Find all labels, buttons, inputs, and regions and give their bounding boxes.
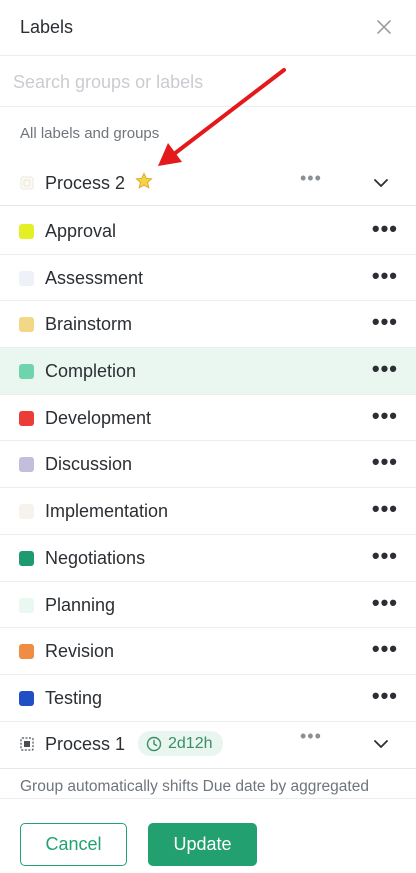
- label-name: Discussion: [45, 454, 133, 475]
- clock-icon: [146, 736, 162, 751]
- timer-badge: 2d12h: [138, 731, 223, 756]
- label-name: Development: [45, 407, 152, 428]
- close-icon[interactable]: [376, 19, 392, 35]
- label-name: Completion: [45, 361, 137, 382]
- group-more-icon[interactable]: •••: [300, 727, 322, 745]
- label-name: Negotiations: [45, 547, 146, 568]
- timer-value: 2d12h: [168, 734, 213, 752]
- label-color-swatch: [19, 597, 34, 613]
- labels-list: Approval ••• Assessment ••• Brainstorm •…: [0, 208, 416, 722]
- label-color-swatch: [19, 457, 34, 473]
- label-name: Brainstorm: [45, 314, 133, 335]
- panel-footer: Cancel Update: [0, 798, 416, 873]
- label-row-planning[interactable]: Planning •••: [0, 582, 416, 629]
- more-options-icon[interactable]: •••: [372, 591, 398, 614]
- label-row-development[interactable]: Development •••: [0, 395, 416, 442]
- group-name: Process 1: [45, 734, 126, 754]
- group-row-process-2[interactable]: Process 2 •••: [0, 158, 416, 206]
- group-name: Process 2: [45, 173, 126, 193]
- label-color-swatch: [19, 504, 34, 520]
- panel-header: Labels: [0, 0, 416, 56]
- more-options-icon[interactable]: •••: [372, 311, 398, 333]
- search-input[interactable]: [0, 57, 416, 107]
- label-name: Planning: [45, 594, 116, 615]
- label-row-revision[interactable]: Revision •••: [0, 628, 416, 675]
- chevron-down-icon[interactable]: [372, 174, 390, 192]
- label-color-swatch: [19, 317, 34, 333]
- label-row-completion[interactable]: Completion •••: [0, 348, 416, 395]
- more-options-icon[interactable]: •••: [372, 404, 398, 427]
- cancel-button[interactable]: Cancel: [20, 823, 127, 866]
- label-color-swatch: [19, 644, 34, 660]
- label-row-brainstorm[interactable]: Brainstorm •••: [0, 301, 416, 349]
- group-more-icon[interactable]: •••: [300, 169, 322, 187]
- label-row-approval[interactable]: Approval •••: [0, 208, 416, 255]
- label-color-swatch: [19, 364, 34, 380]
- section-label: All labels and groups: [20, 125, 160, 142]
- label-row-assessment[interactable]: Assessment •••: [0, 255, 416, 302]
- more-options-icon[interactable]: •••: [372, 358, 398, 380]
- update-button[interactable]: Update: [148, 823, 257, 866]
- label-color-swatch: [19, 550, 34, 566]
- more-options-icon[interactable]: •••: [372, 451, 398, 473]
- group-icon: [20, 176, 34, 190]
- label-row-testing[interactable]: Testing •••: [0, 675, 416, 722]
- label-color-swatch: [19, 690, 34, 706]
- label-row-negotiations[interactable]: Negotiations •••: [0, 535, 416, 582]
- more-options-icon[interactable]: •••: [372, 638, 398, 660]
- label-name: Revision: [45, 641, 115, 662]
- label-color-swatch: [19, 410, 34, 426]
- chevron-down-icon[interactable]: [372, 735, 390, 753]
- more-options-icon[interactable]: •••: [372, 684, 398, 707]
- label-row-discussion[interactable]: Discussion •••: [0, 441, 416, 489]
- more-options-icon[interactable]: •••: [372, 544, 398, 567]
- label-name: Approval: [45, 221, 117, 241]
- label-row-implementation[interactable]: Implementation •••: [0, 488, 416, 535]
- label-name: Testing: [45, 687, 103, 708]
- more-options-icon[interactable]: •••: [372, 264, 398, 287]
- group-icon: [20, 737, 34, 751]
- panel-title: Labels: [20, 17, 74, 37]
- star-icon: [135, 172, 153, 189]
- more-options-icon[interactable]: •••: [372, 498, 398, 520]
- more-options-icon[interactable]: •••: [372, 218, 398, 240]
- search-bar: [0, 57, 416, 107]
- label-color-swatch: [19, 224, 34, 239]
- label-name: Implementation: [45, 501, 169, 522]
- label-color-swatch: [19, 270, 34, 286]
- group-footnote: Group automatically shifts Due date by a…: [20, 778, 369, 795]
- label-name: Assessment: [45, 267, 144, 288]
